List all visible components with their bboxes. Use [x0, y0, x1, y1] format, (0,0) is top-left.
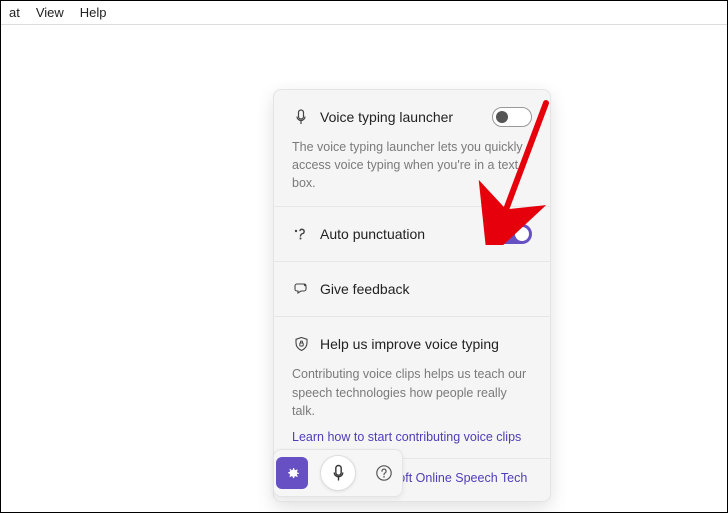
improve-learn-link[interactable]: Learn how to start contributing voice cl… — [292, 430, 532, 444]
improve-desc: Contributing voice clips helps us teach … — [292, 365, 532, 419]
menu-item-help[interactable]: Help — [72, 3, 115, 22]
launcher-desc: The voice typing launcher lets you quick… — [292, 138, 532, 192]
menu-item-view[interactable]: View — [28, 3, 72, 22]
feedback-label: Give feedback — [320, 281, 532, 297]
launcher-label: Voice typing launcher — [320, 109, 482, 125]
autopunct-section: Auto punctuation — [274, 207, 550, 262]
improve-label: Help us improve voice typing — [320, 336, 532, 352]
feedback-section[interactable]: Give feedback — [274, 262, 550, 317]
voice-typing-toolbar — [273, 449, 403, 497]
menubar: at View Help — [1, 1, 727, 25]
mic-button[interactable] — [320, 455, 356, 491]
voice-typing-settings-panel: Voice typing launcher The voice typing l… — [273, 89, 551, 502]
autopunct-toggle[interactable] — [492, 224, 532, 244]
settings-button[interactable] — [276, 457, 308, 489]
menu-item-at[interactable]: at — [1, 3, 28, 22]
help-button[interactable] — [368, 457, 400, 489]
microphone-icon — [292, 109, 310, 125]
launcher-toggle[interactable] — [492, 107, 532, 127]
feedback-icon — [292, 282, 310, 296]
autopunct-label: Auto punctuation — [320, 226, 482, 242]
improve-section: Help us improve voice typing Contributin… — [274, 317, 550, 458]
punctuation-icon — [292, 227, 310, 241]
shield-lock-icon — [292, 336, 310, 352]
launcher-section: Voice typing launcher The voice typing l… — [274, 90, 550, 207]
help-icon — [375, 464, 393, 482]
gear-icon — [283, 464, 301, 482]
microphone-icon — [331, 464, 346, 482]
